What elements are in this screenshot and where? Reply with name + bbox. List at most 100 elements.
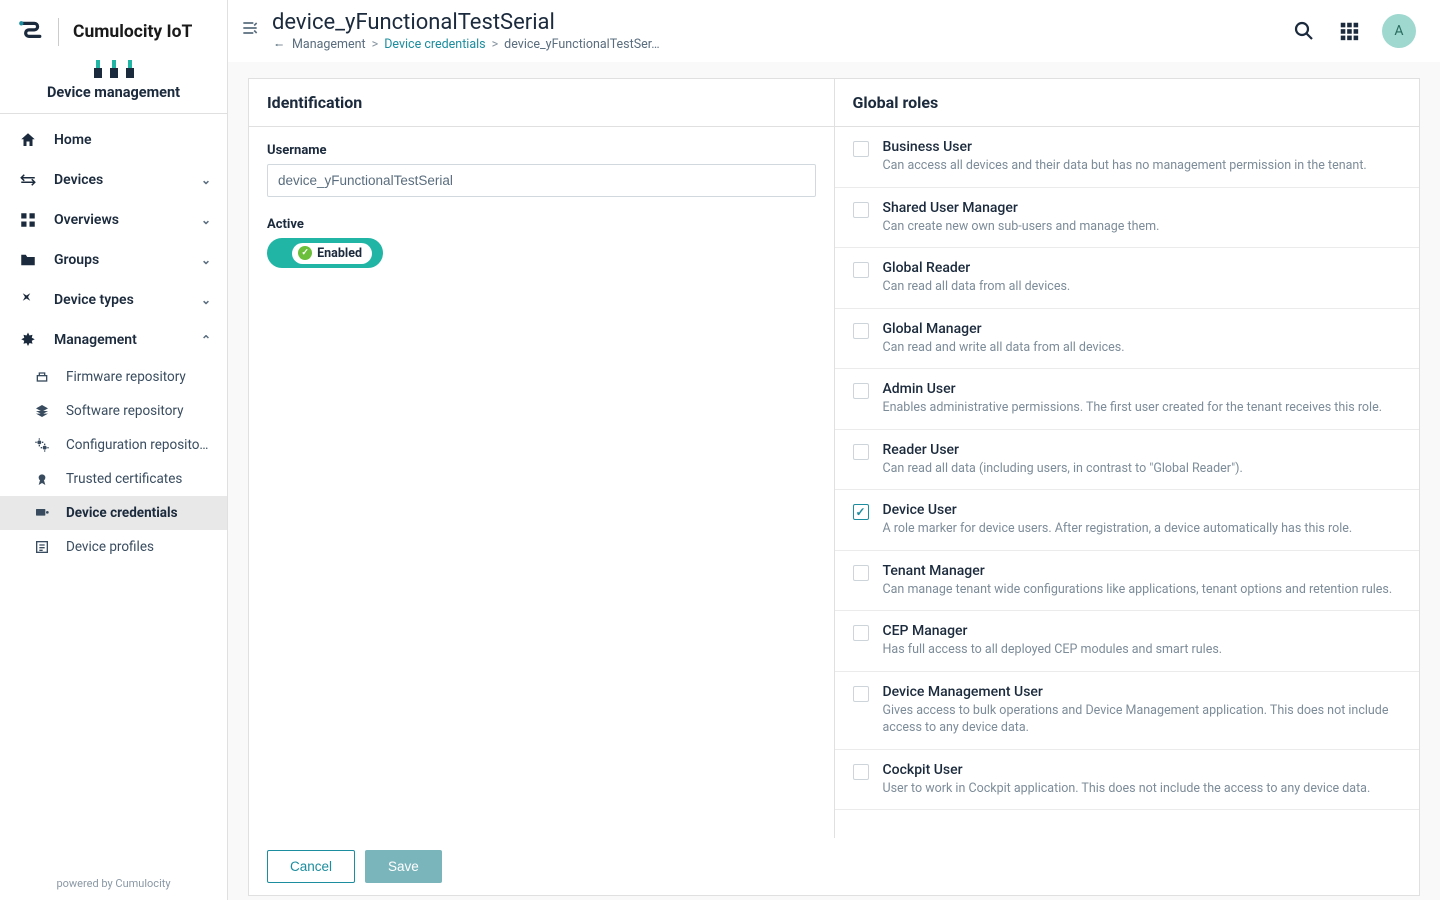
role-checkbox[interactable]	[853, 764, 869, 780]
brand-logo-icon	[16, 18, 44, 46]
role-checkbox[interactable]	[853, 625, 869, 641]
role-desc: Can create new own sub-users and manage …	[883, 218, 1402, 236]
active-toggle[interactable]: ✓ Enabled	[267, 238, 383, 268]
detail-card: Identification Username Active ✓	[248, 78, 1420, 896]
management-submenu: Firmware repository Software repository …	[0, 360, 227, 564]
sidebar-item-label: Home	[54, 132, 211, 148]
chevron-down-icon: ⌄	[201, 213, 211, 227]
sidebar-subitem-config[interactable]: Configuration reposito…	[0, 428, 227, 462]
sidebar-subitem-firmware[interactable]: Firmware repository	[0, 360, 227, 394]
sidebar-item-label: Devices	[54, 172, 201, 188]
sidebar-item-device-types[interactable]: Device types ⌄	[0, 280, 227, 320]
sidebar-item-groups[interactable]: Groups ⌄	[0, 240, 227, 280]
role-name: Device User	[883, 502, 1402, 518]
sidebar-header: Cumulocity IoT Device management	[0, 0, 227, 114]
role-name: Global Reader	[883, 260, 1402, 276]
role-checkbox[interactable]	[853, 565, 869, 581]
check-icon: ✓	[298, 246, 312, 260]
save-button[interactable]: Save	[365, 850, 442, 883]
username-input[interactable]	[267, 164, 816, 197]
software-icon	[30, 403, 54, 419]
chevron-up-icon: ⌃	[201, 333, 211, 347]
active-label: Active	[267, 217, 816, 232]
role-item: Cockpit User User to work in Cockpit appl…	[835, 750, 1420, 811]
role-item: Business User Can access all devices and …	[835, 127, 1420, 188]
folder-icon	[16, 251, 40, 269]
role-item: Shared User Manager Can create new own su…	[835, 188, 1420, 249]
role-name: Tenant Manager	[883, 563, 1402, 579]
brand: Cumulocity IoT	[16, 18, 211, 46]
main: device_yFunctionalTestSerial Management …	[228, 0, 1440, 900]
role-item: Tenant Manager Can manage tenant wide con…	[835, 551, 1420, 612]
home-icon	[16, 131, 40, 149]
role-checkbox[interactable]	[853, 262, 869, 278]
sub-brand-icon	[16, 60, 211, 80]
role-name: Cockpit User	[883, 762, 1402, 778]
sidebar-item-devices[interactable]: Devices ⌄	[0, 160, 227, 200]
sub-brand-text: Device management	[16, 84, 211, 101]
role-item: Global ManagerCan read and write all dat…	[835, 309, 1420, 370]
sidebar-subitem-label: Firmware repository	[66, 369, 186, 385]
sidebar-item-label: Overviews	[54, 212, 201, 228]
search-button[interactable]	[1292, 19, 1316, 43]
role-name: Shared User Manager	[883, 200, 1402, 216]
username-label: Username	[267, 143, 816, 158]
sidebar-footer: powered by Cumulocity	[0, 867, 227, 900]
role-name: Admin User	[883, 381, 1402, 397]
role-item: Global Reader Can read all data from all …	[835, 248, 1420, 309]
profiles-icon	[30, 539, 54, 555]
role-name: Device Management User	[883, 684, 1402, 700]
role-checkbox[interactable]	[853, 383, 869, 399]
cancel-button[interactable]: Cancel	[267, 850, 355, 883]
role-desc: User to work in Cockpit application. Thi…	[883, 780, 1402, 798]
sidebar: Cumulocity IoT Device management Home De…	[0, 0, 228, 900]
firmware-icon	[30, 369, 54, 385]
role-item: Reader UserCan read all data (including …	[835, 430, 1420, 491]
apps-button[interactable]	[1338, 20, 1360, 42]
brand-divider	[58, 18, 59, 46]
collapse-sidebar-icon[interactable]	[240, 18, 260, 38]
role-name: Reader User	[883, 442, 1402, 458]
identification-panel: Identification Username Active ✓	[249, 79, 835, 838]
chevron-down-icon: ⌄	[201, 173, 211, 187]
breadcrumb-link[interactable]: Device credentials	[384, 37, 485, 52]
sidebar-item-home[interactable]: Home	[0, 120, 227, 160]
breadcrumb-root: Management	[292, 37, 366, 52]
identification-heading: Identification	[249, 79, 834, 127]
role-name: CEP Manager	[883, 623, 1402, 639]
role-desc: Has full access to all deployed CEP modu…	[883, 641, 1402, 659]
sub-brand: Device management	[16, 60, 211, 101]
breadcrumb: Management > Device credentials > device…	[272, 37, 660, 52]
sidebar-item-management[interactable]: Management ⌃	[0, 320, 227, 360]
sidebar-subitem-certs[interactable]: Trusted certificates	[0, 462, 227, 496]
role-desc: Can read all data from all devices.	[883, 278, 1402, 296]
role-checkbox[interactable]	[853, 504, 869, 520]
roles-scroll[interactable]: Business User Can access all devices and …	[835, 127, 1420, 838]
sidebar-item-overviews[interactable]: Overviews ⌄	[0, 200, 227, 240]
role-item: Device Management UserGives access to bu…	[835, 672, 1420, 750]
certificate-icon	[30, 471, 54, 487]
role-checkbox[interactable]	[853, 444, 869, 460]
role-name: Business User	[883, 139, 1402, 155]
sidebar-subitem-label: Device credentials	[66, 505, 178, 521]
role-checkbox[interactable]	[853, 141, 869, 157]
devices-icon	[16, 171, 40, 189]
breadcrumb-icon	[272, 40, 286, 50]
sidebar-subitem-profiles[interactable]: Device profiles	[0, 530, 227, 564]
role-desc: Can access all devices and their data bu…	[883, 157, 1402, 175]
sidebar-subitem-credentials[interactable]: Device credentials	[0, 496, 227, 530]
breadcrumb-sep: >	[492, 37, 499, 52]
role-item: Device UserA role marker for device user…	[835, 490, 1420, 551]
role-checkbox[interactable]	[853, 202, 869, 218]
role-checkbox[interactable]	[853, 686, 869, 702]
footer-bar: Cancel Save	[249, 838, 1419, 895]
gear-icon	[30, 437, 54, 453]
role-desc: Can manage tenant wide configurations li…	[883, 581, 1402, 599]
sidebar-subitem-label: Configuration reposito…	[66, 437, 208, 453]
sidebar-subitem-software[interactable]: Software repository	[0, 394, 227, 428]
avatar[interactable]: A	[1382, 14, 1416, 48]
chevron-down-icon: ⌄	[201, 253, 211, 267]
topbar: device_yFunctionalTestSerial Management …	[228, 0, 1440, 62]
role-checkbox[interactable]	[853, 323, 869, 339]
role-item: CEP Manager Has full access to all deploy…	[835, 611, 1420, 672]
